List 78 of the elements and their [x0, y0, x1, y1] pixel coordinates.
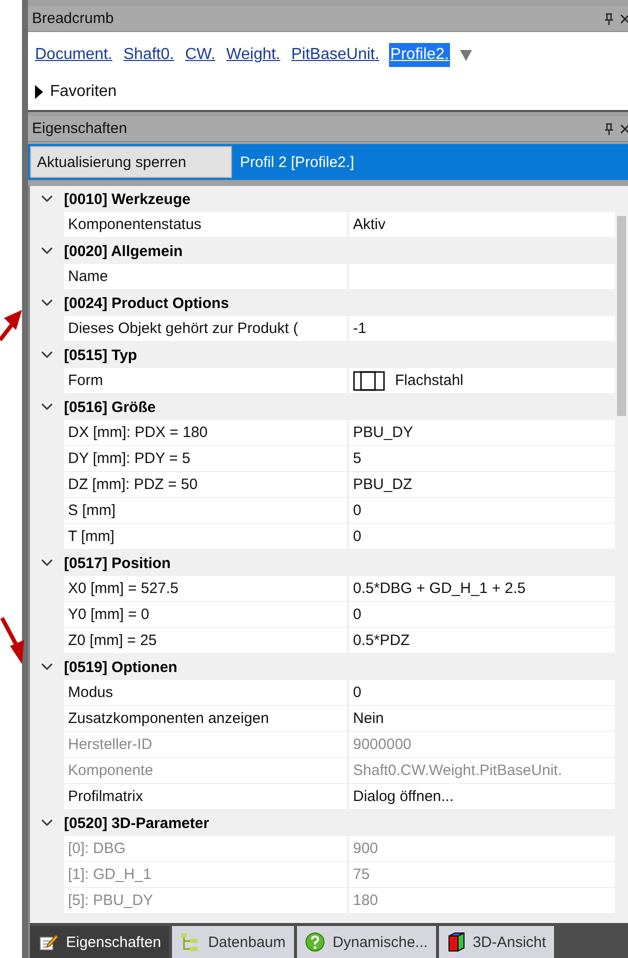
dropdown-icon[interactable] — [459, 48, 473, 62]
annotation-arrow — [0, 310, 22, 342]
property-value[interactable]: 0 — [349, 498, 615, 523]
property-name: Modus — [64, 680, 349, 705]
property-name: DX [mm]: PDX = 180 — [64, 420, 349, 445]
breadcrumb-link[interactable]: Profile2. — [389, 43, 450, 67]
category-header[interactable]: [0516] Größe — [64, 398, 156, 416]
property-name: [5]: PBU_DY — [64, 888, 349, 913]
breadcrumb-link[interactable]: Document. — [34, 43, 114, 67]
bottom-tab[interactable]: Datenbaum — [172, 926, 294, 958]
property-name: T [mm] — [64, 524, 349, 549]
cube-icon — [446, 931, 465, 953]
collapse-chevron-icon[interactable] — [41, 663, 53, 671]
category-header[interactable]: [0024] Product Options — [64, 294, 230, 312]
object-title: Profil 2 [Profile2.] — [240, 154, 354, 170]
property-name: S [mm] — [64, 498, 349, 523]
lock-updates-button[interactable]: Aktualisierung sperren — [30, 146, 232, 178]
property-name: Y0 [mm] = 0 — [64, 602, 349, 627]
bottom-tab[interactable]: Eigenschaften — [30, 926, 170, 958]
flat-bar-icon — [353, 370, 385, 390]
bottom-tab[interactable]: 3D-Ansicht — [438, 926, 554, 958]
collapse-chevron-icon[interactable] — [41, 247, 53, 255]
property-name: DY [mm]: PDY = 5 — [64, 446, 349, 471]
collapse-chevron-icon[interactable] — [41, 195, 53, 203]
panel-title: Breadcrumb — [32, 10, 115, 27]
property-name: Name — [64, 264, 349, 289]
breadcrumb-link[interactable]: PitBaseUnit. — [290, 43, 380, 67]
category-header[interactable]: [0517] Position — [64, 554, 171, 572]
collapse-chevron-icon[interactable] — [41, 819, 53, 827]
breadcrumb-link[interactable]: Shaft0. — [122, 43, 176, 67]
property-name: [1]: GD_H_1 — [64, 862, 349, 887]
annotation-arrow — [0, 617, 24, 664]
property-value[interactable]: 0.5*DBG + GD_H_1 + 2.5 — [349, 576, 615, 601]
property-name: Komponentenstatus — [64, 212, 349, 237]
property-value[interactable]: 5 — [349, 446, 615, 471]
favorites-label[interactable]: Favoriten — [50, 83, 117, 101]
property-value[interactable]: PBU_DZ — [349, 472, 615, 497]
property-name: Hersteller-ID — [64, 732, 349, 757]
property-name: Komponente — [64, 758, 349, 783]
collapse-chevron-icon[interactable] — [41, 403, 53, 411]
property-value[interactable]: 0 — [349, 524, 615, 549]
panel-title: Eigenschaften — [32, 120, 128, 137]
property-name: Zusatzkomponenten anzeigen — [64, 706, 349, 731]
property-value[interactable]: PBU_DY — [349, 420, 615, 445]
category-header[interactable]: [0020] Allgemein — [64, 242, 183, 260]
close-icon[interactable] — [620, 14, 628, 24]
property-value[interactable]: 0 — [349, 602, 615, 627]
property-value[interactable]: 0.5*PDZ — [349, 628, 615, 653]
category-header[interactable]: [0520] 3D-Parameter — [64, 814, 210, 832]
collapse-chevron-icon[interactable] — [41, 559, 53, 567]
breadcrumb-link[interactable]: Weight. — [225, 43, 282, 67]
help-icon — [304, 932, 325, 952]
category-header[interactable]: [0519] Optionen — [64, 658, 178, 676]
property-name: Dieses Objekt gehört zur Produkt ( — [64, 316, 349, 341]
close-icon[interactable] — [620, 124, 628, 134]
pin-icon[interactable] — [604, 12, 614, 24]
pin-icon[interactable] — [604, 122, 614, 134]
property-name: Form — [64, 368, 349, 393]
collapse-chevron-icon[interactable] — [41, 299, 53, 307]
property-value[interactable]: 0 — [349, 680, 615, 705]
property-value[interactable]: Flachstahl — [349, 368, 615, 393]
collapse-chevron-icon[interactable] — [41, 351, 53, 359]
property-name: Profilmatrix — [64, 784, 349, 809]
notepad-pencil-icon — [38, 932, 58, 952]
property-name: X0 [mm] = 527.5 — [64, 576, 349, 601]
property-name: DZ [mm]: PDZ = 50 — [64, 472, 349, 497]
tree-icon — [180, 932, 200, 952]
property-value[interactable]: Aktiv — [349, 212, 615, 237]
property-value[interactable]: Nein — [349, 706, 615, 731]
bottom-tab[interactable]: Dynamische... — [296, 926, 436, 958]
category-header[interactable]: [0010] Werkzeuge — [64, 190, 190, 208]
expand-icon[interactable] — [34, 85, 44, 99]
property-name: Z0 [mm] = 25 — [64, 628, 349, 653]
property-value[interactable]: -1 — [349, 316, 615, 341]
breadcrumb-link[interactable]: CW. — [184, 43, 216, 67]
category-header[interactable]: [0515] Typ — [64, 346, 138, 364]
property-value[interactable]: Dialog öffnen... — [349, 784, 615, 809]
property-name: [0]: DBG — [64, 836, 349, 861]
